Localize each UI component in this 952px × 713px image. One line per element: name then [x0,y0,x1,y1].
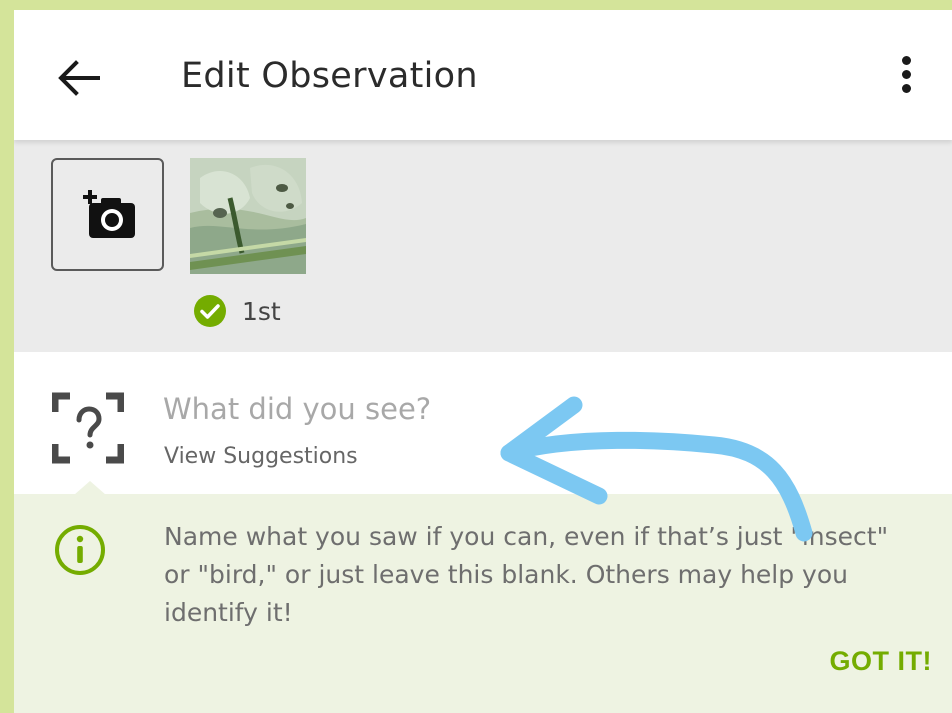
photo-strip: 1st [14,140,952,352]
unknown-species-icon [52,392,124,464]
page-title: Edit Observation [181,56,478,96]
species-name-input[interactable]: What did you see? [163,392,723,436]
top-app-bar: Edit Observation [14,10,952,140]
leaf-photo [190,158,306,274]
tooltip-text: Name what you saw if you can, even if th… [164,522,889,627]
add-photo-button[interactable] [51,158,164,271]
more-vertical-icon-dot [901,84,911,93]
view-suggestions-link[interactable]: View Suggestions [164,444,358,469]
photo-order-label: 1st [242,296,281,326]
tooltip-panel: Name what you saw if you can, even if th… [14,481,952,713]
more-vertical-icon-dot [901,70,911,79]
tooltip-pointer [74,481,106,495]
species-section: What did you see? View Suggestions [14,352,952,494]
info-icon [55,525,105,575]
app-screen: Edit Observation 1st What did you see? V… [14,10,952,713]
more-options-button[interactable] [896,52,916,100]
add-photo-camera-icon [83,190,135,238]
check-circle-icon [194,295,226,327]
arrow-left-icon [58,60,100,96]
got-it-button[interactable]: GOT IT! [830,646,932,677]
observation-photo-thumbnail[interactable] [190,158,306,274]
photo-label: 1st [194,295,281,327]
more-vertical-icon [901,56,911,65]
back-button[interactable] [54,54,102,102]
